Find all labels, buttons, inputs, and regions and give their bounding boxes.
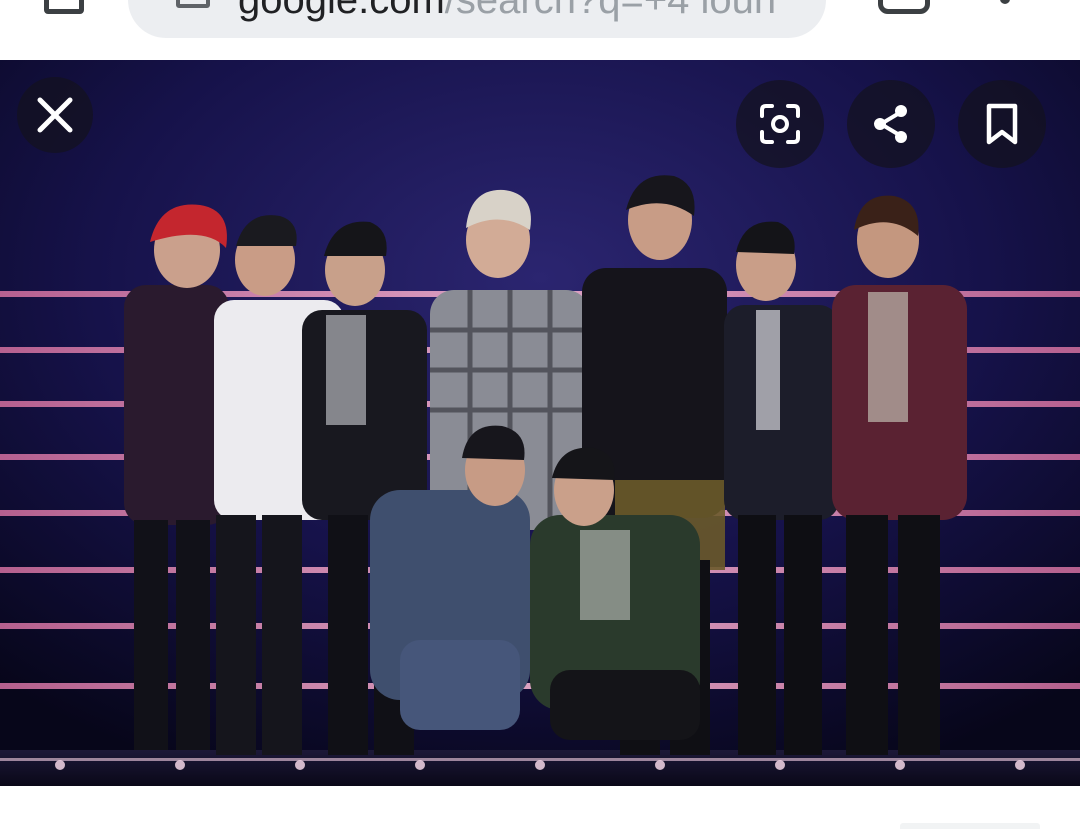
- overflow-menu-icon[interactable]: [1000, 0, 1010, 4]
- address-url: google.com/search?q=+4 loun: [238, 0, 776, 20]
- share-button[interactable]: [847, 80, 935, 168]
- lens-button[interactable]: [736, 80, 824, 168]
- browser-page: google.com/search?q=+4 loun: [0, 0, 1080, 829]
- close-button[interactable]: [17, 77, 93, 153]
- share-icon: [874, 105, 907, 143]
- save-button[interactable]: [958, 80, 1046, 168]
- bookmark-icon: [986, 103, 1018, 145]
- tab-switcher-icon[interactable]: [878, 0, 930, 14]
- address-bar[interactable]: google.com/search?q=+4 loun: [128, 0, 826, 38]
- url-path: /search?q=+4 loun: [444, 0, 777, 22]
- url-domain: google.com: [238, 0, 445, 22]
- lens-icon: [760, 104, 800, 144]
- bottom-handle: [900, 823, 1040, 829]
- close-icon: [37, 97, 73, 133]
- concert-photo: [0, 60, 1080, 786]
- home-icon[interactable]: [44, 0, 84, 14]
- browser-toolbar: google.com/search?q=+4 loun: [0, 0, 1080, 58]
- site-info-icon[interactable]: [176, 0, 210, 8]
- image-viewer: [0, 60, 1080, 786]
- bottom-panel: [0, 786, 1080, 829]
